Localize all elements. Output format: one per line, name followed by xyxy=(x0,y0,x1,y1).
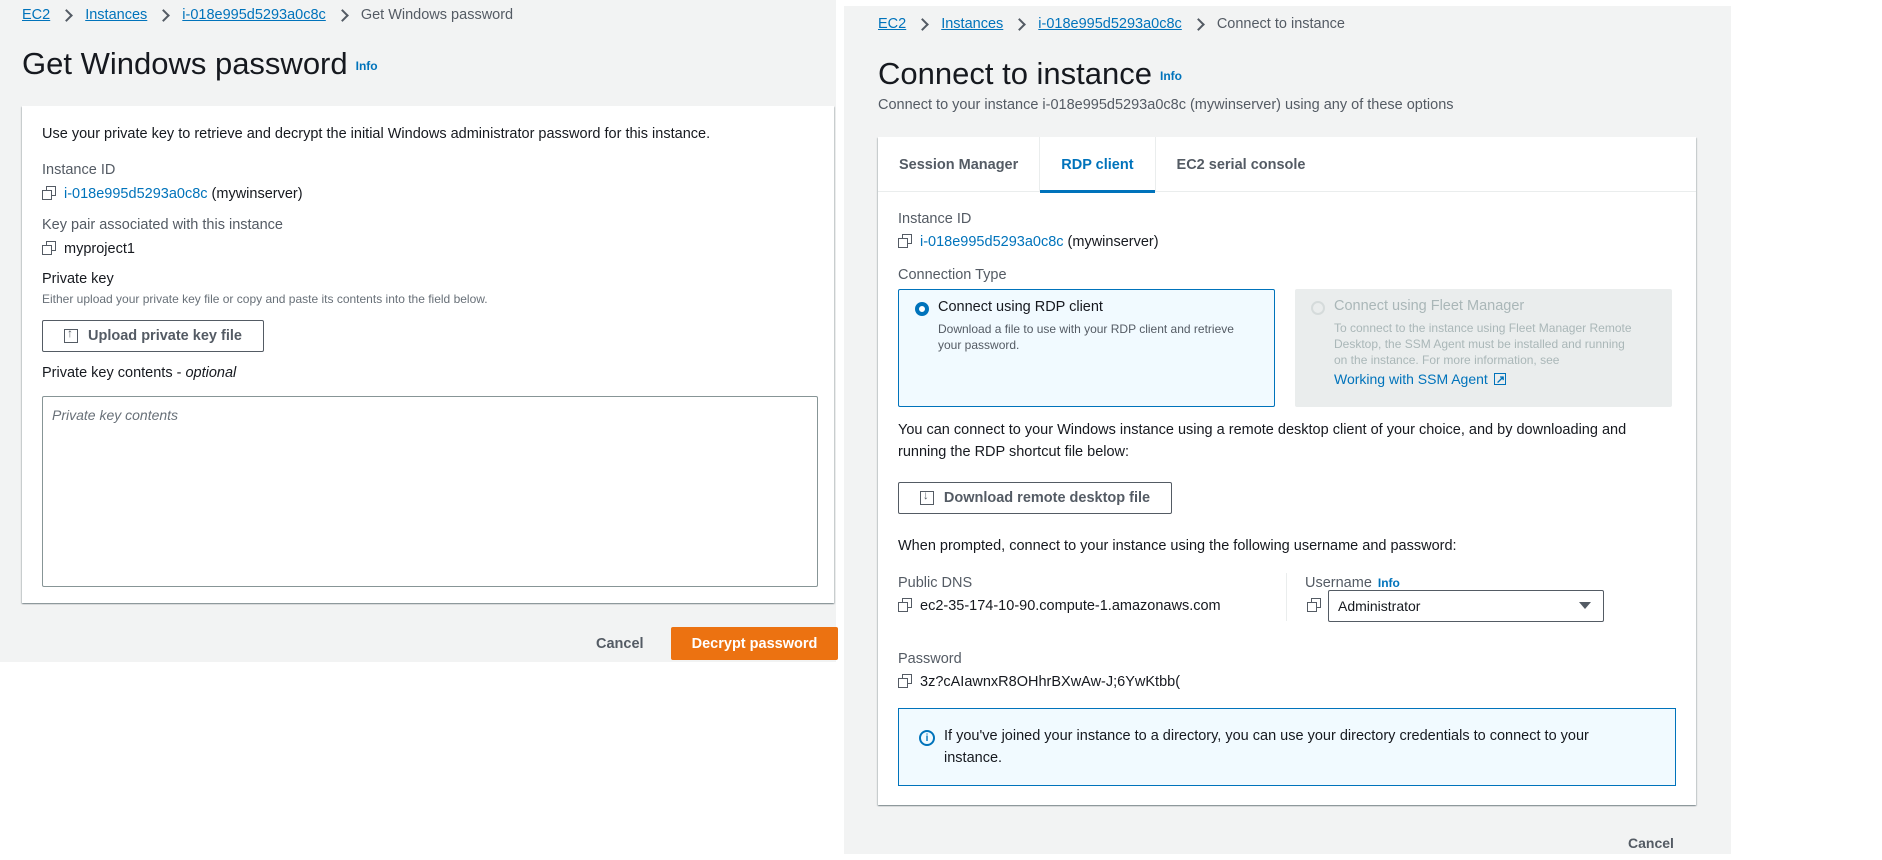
breadcrumb-ec2[interactable]: EC2 xyxy=(878,16,906,32)
download-icon xyxy=(919,488,934,505)
upload-private-key-button[interactable]: Upload private key file xyxy=(42,320,264,352)
copy-icon[interactable] xyxy=(898,234,912,248)
key-pair-value: myproject1 xyxy=(42,241,135,257)
password-value: 3z?cAIawnxR8OHhrBXwAw-J;6YwKtbb( xyxy=(898,674,1180,690)
prompt-text: When prompted, connect to your instance … xyxy=(898,538,1457,554)
password-label: Password xyxy=(898,651,962,667)
password-form-card: Use your private key to retrieve and dec… xyxy=(22,106,834,603)
rdp-option-title: Connect using RDP client xyxy=(938,299,1103,315)
fleet-option-desc: To connect to the instance using Fleet M… xyxy=(1334,321,1632,366)
username-label: Username Info xyxy=(1305,575,1400,591)
connect-card: Session Manager RDP client EC2 serial co… xyxy=(878,137,1696,805)
chevron-right-icon xyxy=(335,8,349,22)
rdp-client-option[interactable]: Connect using RDP client Download a file… xyxy=(898,289,1275,407)
upload-icon xyxy=(64,326,79,343)
breadcrumb: EC2 Instances i-018e995d5293a0c8c Get Wi… xyxy=(22,7,513,23)
copy-icon[interactable] xyxy=(1307,598,1321,612)
username-info-link[interactable]: Info xyxy=(1378,576,1400,590)
username-select[interactable]: Administrator xyxy=(1328,590,1604,622)
key-pair-name: myproject1 xyxy=(64,241,135,257)
tab-ec2-serial-console[interactable]: EC2 serial console xyxy=(1156,137,1327,192)
instance-id-link[interactable]: i-018e995d5293a0c8c xyxy=(920,234,1064,250)
page-subtitle: Connect to your instance i-018e995d5293a… xyxy=(878,97,1454,113)
breadcrumb-ec2[interactable]: EC2 xyxy=(22,7,50,23)
private-key-contents-input[interactable] xyxy=(42,396,818,587)
directory-info-alert: i If you've joined your instance to a di… xyxy=(898,708,1676,786)
page-title-text: Connect to instance xyxy=(878,56,1153,91)
rdp-option-desc: Download a file to use with your RDP cli… xyxy=(938,322,1234,352)
fleet-option-title: Connect using Fleet Manager xyxy=(1334,298,1525,314)
public-dns-value: ec2-35-174-10-90.compute-1.amazonaws.com xyxy=(898,598,1221,614)
instance-id-link[interactable]: i-018e995d5293a0c8c xyxy=(64,186,208,202)
private-key-contents-label: Private key contents - optional xyxy=(42,365,236,381)
instance-name: (mywinserver) xyxy=(211,186,303,202)
get-windows-password-panel: EC2 Instances i-018e995d5293a0c8c Get Wi… xyxy=(0,0,838,662)
fleet-radio xyxy=(1311,301,1325,315)
breadcrumb-current: Get Windows password xyxy=(360,7,514,23)
optional-tag: optional xyxy=(185,365,237,381)
fleet-manager-option: Connect using Fleet Manager To connect t… xyxy=(1295,289,1672,407)
tab-session-manager[interactable]: Session Manager xyxy=(878,137,1041,192)
alert-text: If you've joined your instance to a dire… xyxy=(944,728,1589,766)
instance-id-value: i-018e995d5293a0c8c (mywinserver) xyxy=(42,186,303,202)
chevron-right-icon xyxy=(1013,17,1027,31)
chevron-right-icon xyxy=(157,8,171,22)
chevron-right-icon xyxy=(1191,17,1205,31)
copy-icon[interactable] xyxy=(42,186,56,200)
cancel-button[interactable]: Cancel xyxy=(1628,835,1674,851)
breadcrumb-instances[interactable]: Instances xyxy=(941,16,1003,32)
instance-id-label: Instance ID xyxy=(898,211,972,227)
breadcrumb-instance[interactable]: i-018e995d5293a0c8c xyxy=(1038,16,1182,32)
download-remote-desktop-button[interactable]: Download remote desktop file xyxy=(898,482,1172,514)
breadcrumb: EC2 Instances i-018e995d5293a0c8c Connec… xyxy=(878,16,1345,32)
instance-id-label: Instance ID xyxy=(42,162,116,178)
form-description: Use your private key to retrieve and dec… xyxy=(42,126,711,142)
rdp-instructions: You can connect to your Windows instance… xyxy=(898,422,1627,460)
private-key-label: Private key xyxy=(42,271,114,287)
info-link[interactable]: Info xyxy=(356,59,378,73)
breadcrumb-instances[interactable]: Instances xyxy=(85,7,147,23)
copy-icon[interactable] xyxy=(42,241,56,255)
info-icon: i xyxy=(919,730,935,746)
download-button-label: Download remote desktop file xyxy=(943,490,1151,506)
password: 3z?cAIawnxR8OHhrBXwAw-J;6YwKtbb( xyxy=(920,674,1181,690)
tab-rdp-client[interactable]: RDP client xyxy=(1040,137,1156,193)
public-dns: ec2-35-174-10-90.compute-1.amazonaws.com xyxy=(920,598,1221,614)
username-selected-value: Administrator xyxy=(1338,598,1421,614)
private-key-hint: Either upload your private key file or c… xyxy=(42,292,488,306)
page-title: Connect to instance Info xyxy=(878,56,1182,92)
instance-id-value: i-018e995d5293a0c8c (mywinserver) xyxy=(898,234,1159,250)
fleet-link-row: Working with SSM Agent xyxy=(1334,369,1654,390)
decrypt-password-button[interactable]: Decrypt password xyxy=(671,627,838,660)
divider xyxy=(1286,573,1287,621)
instance-name: (mywinserver) xyxy=(1067,234,1159,250)
breadcrumb-current: Connect to instance xyxy=(1216,16,1345,32)
caret-down-icon xyxy=(1579,602,1591,609)
chevron-right-icon xyxy=(916,17,930,31)
cancel-button[interactable]: Cancel xyxy=(596,636,644,652)
public-dns-label: Public DNS xyxy=(898,575,973,591)
copy-icon[interactable] xyxy=(898,674,912,688)
info-link[interactable]: Info xyxy=(1160,69,1182,83)
upload-button-label: Upload private key file xyxy=(88,328,242,344)
contents-label-text: Private key contents - xyxy=(42,365,186,381)
username-label-text: Username xyxy=(1305,575,1372,591)
copy-icon[interactable] xyxy=(898,598,912,612)
page-title-text: Get Windows password xyxy=(22,46,348,81)
rdp-radio[interactable] xyxy=(915,302,929,316)
connection-type-label: Connection Type xyxy=(898,267,1007,283)
connect-to-instance-panel: EC2 Instances i-018e995d5293a0c8c Connec… xyxy=(844,6,1731,854)
breadcrumb-instance[interactable]: i-018e995d5293a0c8c xyxy=(182,7,326,23)
working-with-ssm-agent-link[interactable]: Working with SSM Agent xyxy=(1334,371,1488,387)
connection-tabs: Session Manager RDP client EC2 serial co… xyxy=(878,137,1696,193)
key-pair-label: Key pair associated with this instance xyxy=(42,217,283,233)
chevron-right-icon xyxy=(60,8,74,22)
page-title: Get Windows password Info xyxy=(22,46,378,82)
external-link-icon xyxy=(1493,370,1506,390)
